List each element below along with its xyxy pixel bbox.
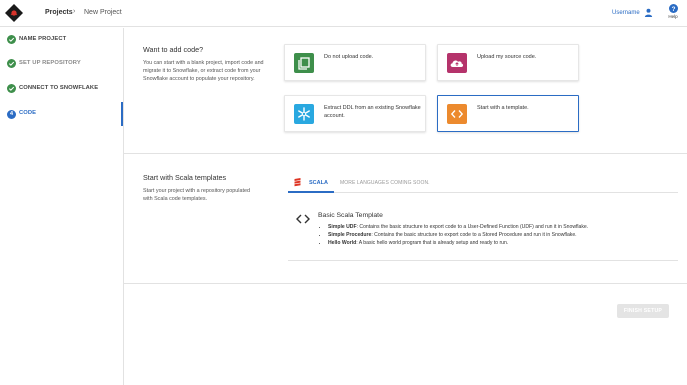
- code-brackets-icon: [296, 214, 310, 224]
- breadcrumb-separator: ›: [73, 8, 76, 15]
- footer-divider: [124, 283, 687, 284]
- tab-scala[interactable]: SCALA: [288, 173, 334, 193]
- check-circle-icon: [7, 84, 16, 93]
- option-card-template[interactable]: Start with a template.: [437, 95, 579, 132]
- step-number-badge: 4: [7, 110, 16, 119]
- finish-setup-button[interactable]: FINISH SETUP: [617, 304, 669, 318]
- code-section-title: Want to add code?: [143, 45, 204, 54]
- option-card-no-upload[interactable]: Do not upload code.: [284, 44, 426, 81]
- setup-steps-sidebar: NAME PROJECT SET UP REPOSITORY CONNECT T…: [0, 28, 124, 385]
- username-link[interactable]: Username: [612, 10, 640, 16]
- item-name: Simple UDF: [328, 224, 357, 230]
- step-label: CONNECT TO SNOWFLAKE: [19, 85, 99, 91]
- section-divider: [124, 153, 687, 154]
- item-name: Simple Procedure: [328, 232, 372, 239]
- templates-section-title: Start with Scala templates: [143, 173, 227, 182]
- option-label: Upload my source code.: [477, 54, 537, 60]
- template-feature-list: Simple UDF: Contains the basic structure…: [320, 223, 680, 248]
- app-logo-icon[interactable]: [5, 4, 23, 22]
- option-card-extract-ddl[interactable]: Extract DDL from an existing Snowflake a…: [284, 95, 426, 132]
- item-text: : Contains the basic structure to export…: [371, 232, 577, 239]
- option-label: Extract DDL from an existing Snowflake a…: [324, 105, 421, 119]
- top-bar: Projects › New Project Username ? Help: [0, 0, 687, 27]
- list-item: Hello World: A basic hello world program…: [328, 239, 680, 247]
- step-name-project[interactable]: NAME PROJECT: [0, 28, 123, 52]
- tab-more-languages: MORE LANGUAGES COMING SOON.: [340, 180, 430, 186]
- help-icon: ?: [668, 4, 678, 13]
- option-card-upload-source[interactable]: Upload my source code.: [437, 44, 579, 81]
- svg-text:?: ?: [671, 6, 675, 13]
- list-item: Simple UDF: Contains the basic structure…: [328, 223, 680, 231]
- template-title: Basic Scala Template: [318, 212, 383, 219]
- breadcrumb-current-page: New Project: [84, 9, 122, 16]
- step-label: CODE: [19, 110, 37, 116]
- code-brackets-icon: [447, 104, 467, 124]
- help-label: Help: [668, 14, 678, 19]
- item-name: Hello World: [328, 240, 357, 247]
- step-label: SET UP REPOSITORY: [19, 60, 81, 66]
- breadcrumb-projects-link[interactable]: Projects: [45, 9, 73, 16]
- item-text: : A basic hello world program that is al…: [356, 240, 509, 247]
- snowflake-icon: [294, 104, 314, 124]
- step-set-up-repository[interactable]: SET UP REPOSITORY: [0, 52, 123, 76]
- language-tabs: SCALA MORE LANGUAGES COMING SOON.: [288, 173, 678, 193]
- templates-section-description: Start your project with a repository pop…: [143, 188, 250, 202]
- help-button[interactable]: ? Help: [666, 4, 680, 19]
- code-section-description: You can start with a blank project, impo…: [143, 60, 264, 82]
- tab-label: SCALA: [309, 180, 328, 186]
- item-text: : Contains the basic structure to export…: [356, 224, 589, 230]
- copy-icon: [294, 53, 314, 73]
- step-connect-to-snowflake[interactable]: CONNECT TO SNOWFLAKE: [0, 77, 123, 101]
- scala-icon: [294, 178, 301, 187]
- step-label: NAME PROJECT: [19, 36, 67, 42]
- cloud-upload-icon: [447, 53, 467, 73]
- list-item: Simple Procedure: Contains the basic str…: [328, 231, 680, 239]
- option-label: Do not upload code.: [324, 54, 374, 60]
- check-circle-icon: [7, 35, 16, 44]
- option-label: Start with a template.: [477, 105, 529, 111]
- template-divider: [288, 260, 678, 261]
- step-code[interactable]: 4 CODE: [0, 102, 123, 126]
- user-icon[interactable]: [644, 8, 653, 17]
- check-circle-icon: [7, 59, 16, 68]
